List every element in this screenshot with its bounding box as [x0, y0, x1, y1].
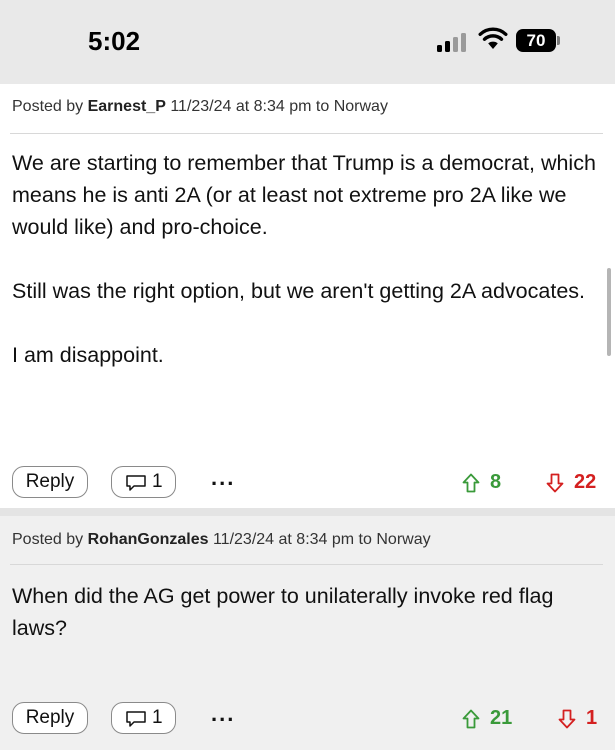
comment-paragraph: When did the AG get power to unilaterall… [12, 584, 554, 640]
meta-divider [10, 133, 603, 134]
wifi-icon [478, 27, 508, 49]
scroll-indicator[interactable] [607, 268, 611, 356]
reply-button[interactable]: Reply [12, 702, 88, 734]
comment-author[interactable]: Earnest_P [88, 98, 166, 115]
status-time: 5:02 [88, 26, 141, 56]
reply-count: 1 [152, 707, 163, 728]
comment-rohangonzales: Posted by RohanGonzales 11/23/24 at 8:34… [0, 516, 615, 750]
battery-icon: 70 [516, 29, 556, 52]
comment-location: Norway [333, 98, 388, 115]
arrow-down-icon [558, 709, 576, 729]
comment-timestamp: 11/23/24 at 8:34 pm to [212, 531, 372, 548]
comment-separator [0, 508, 615, 516]
comment-body: We are starting to remember that Trump i… [12, 147, 607, 371]
comment-paragraph: We are starting to remember that Trump i… [12, 151, 596, 239]
comment-location: Norway [376, 531, 431, 548]
comment-paragraph: Still was the right option, but we aren'… [12, 279, 586, 303]
comment-bubble-icon [126, 711, 146, 727]
posted-by-label: Posted by [12, 98, 84, 115]
reply-count-button[interactable]: 1 [111, 702, 176, 734]
comment-paragraph: I am disappoint. [12, 343, 164, 367]
comment-timestamp: 11/23/24 at 8:34 pm to [170, 98, 330, 115]
comment-bubble-icon [126, 475, 146, 491]
downvote-button[interactable]: 1 [558, 703, 603, 733]
status-bar: 5:02 70 [0, 0, 615, 84]
meta-divider [10, 564, 603, 565]
more-options-button[interactable]: ... [211, 465, 235, 491]
downvote-count: 22 [574, 471, 597, 493]
upvote-button[interactable]: 21 [462, 703, 517, 733]
comment-earnest-p: Posted by Earnest_P 11/23/24 at 8:34 pm … [0, 84, 615, 508]
downvote-button[interactable]: 22 [546, 467, 606, 497]
upvote-count: 8 [490, 471, 502, 493]
reply-count: 1 [152, 471, 163, 492]
reply-count-button[interactable]: 1 [111, 466, 176, 498]
reply-button[interactable]: Reply [12, 466, 88, 498]
battery-tip [557, 36, 560, 45]
posted-by-label: Posted by [12, 531, 84, 548]
comment-meta: Posted by RohanGonzales 11/23/24 at 8:34… [12, 531, 431, 549]
comment-meta: Posted by Earnest_P 11/23/24 at 8:34 pm … [12, 98, 388, 116]
arrow-down-icon [546, 473, 564, 493]
comment-body: When did the AG get power to unilaterall… [12, 580, 607, 644]
upvote-count: 21 [490, 707, 513, 729]
signal-icon [437, 32, 469, 52]
comment-author[interactable]: RohanGonzales [88, 531, 209, 548]
arrow-up-icon [462, 473, 480, 493]
more-options-button[interactable]: ... [211, 701, 235, 727]
upvote-button[interactable]: 8 [462, 467, 507, 497]
downvote-count: 1 [586, 707, 598, 729]
arrow-up-icon [462, 709, 480, 729]
